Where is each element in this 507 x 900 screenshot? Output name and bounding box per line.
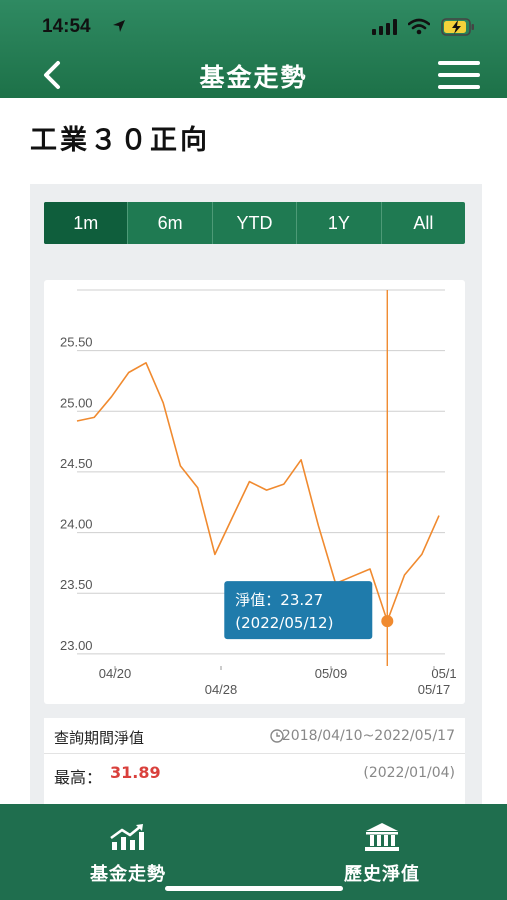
selected-point	[381, 615, 394, 628]
page-title: 工業３０正向	[30, 125, 210, 156]
tooltip-value: 淨值：23.27	[235, 591, 323, 609]
wifi-icon	[408, 18, 430, 35]
y-tick-label: 25.50	[60, 335, 93, 350]
home-indicator	[165, 886, 343, 891]
menu-button[interactable]	[438, 61, 480, 89]
signal-icon	[372, 19, 397, 35]
period-tabs: 1m 6m YTD 1Y All	[44, 202, 465, 244]
nav-fund-trend-label: 基金走勢	[90, 864, 166, 885]
tab-6m[interactable]: 6m	[128, 202, 213, 244]
y-tick-label: 24.50	[60, 456, 93, 471]
y-tick-label: 23.00	[60, 638, 93, 653]
y-tick-label: 23.50	[60, 577, 93, 592]
high-label: 最高：	[54, 768, 103, 787]
status-bar: 14:54	[0, 14, 507, 40]
info-card: 查詢期間淨值 2018/04/10~2022/05/17 最高： 31.89 (…	[44, 718, 465, 808]
hamburger-menu-icon	[438, 61, 480, 89]
tooltip-date: (2022/05/12)	[235, 614, 333, 632]
app-header: 14:54 基金走勢	[0, 0, 507, 98]
high-date: (2022/01/04)	[363, 765, 455, 781]
period-range: 2018/04/10~2022/05/17	[281, 728, 455, 744]
tab-1m[interactable]: 1m	[44, 202, 129, 244]
nav-fund-trend[interactable]: 基金走勢	[48, 822, 208, 886]
tab-all[interactable]: All	[382, 202, 465, 244]
nav-line-chart[interactable]: 25.5025.0024.5024.0023.5023.0004/20 05/09…	[44, 280, 465, 704]
tab-1y[interactable]: 1Y	[297, 202, 382, 244]
period-label: 查詢期間淨值	[54, 729, 145, 747]
y-tick-label: 25.00	[60, 395, 93, 410]
x-tick-label: 04/28	[205, 682, 238, 697]
header-title: 基金走勢	[199, 63, 308, 92]
trend-chart-icon	[110, 824, 144, 850]
nav-history-nav[interactable]: 歷史淨值	[302, 822, 462, 886]
bank-building-icon	[365, 823, 399, 851]
tab-ytd[interactable]: YTD	[213, 202, 298, 244]
battery-charging-icon	[441, 18, 474, 36]
x-tick-label: 05/17	[418, 682, 451, 697]
location-arrow-icon	[113, 20, 125, 32]
high-value: 31.89	[110, 763, 161, 782]
chart-card: 25.50 25.00 24.50 24.00 23.50 23.00 04/20 05/09…	[44, 280, 465, 704]
x-tick-label: 05/1	[431, 666, 456, 681]
nav-history-label: 歷史淨值	[344, 864, 420, 885]
y-tick-label: 24.00	[60, 517, 93, 532]
period-row: 查詢期間淨值 2018/04/10~2022/05/17	[44, 718, 465, 754]
chart-panel: 1m 6m YTD 1Y All 25.50 25.00 24.50 24.00 23.…	[30, 184, 482, 808]
status-time: 14:54	[42, 16, 91, 37]
